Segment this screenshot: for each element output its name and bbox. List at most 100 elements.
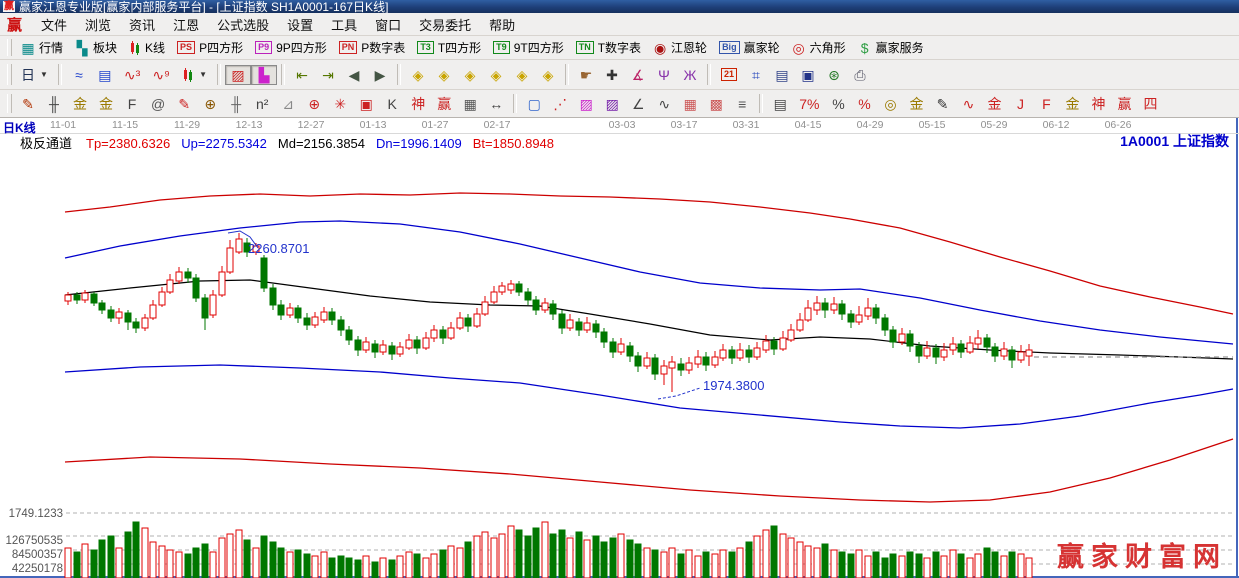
nav-zoom-out[interactable]: ◈ bbox=[457, 65, 483, 85]
nav-first-page[interactable]: ⇤ bbox=[289, 65, 315, 85]
tool-p-number-table[interactable]: PN P数字表 bbox=[333, 36, 412, 59]
draw-gold-red[interactable]: 金 bbox=[981, 94, 1007, 114]
menu-tools[interactable]: 工具 bbox=[322, 16, 366, 35]
draw-fan-lines[interactable]: ⋰ bbox=[547, 94, 573, 114]
nav-next-page[interactable]: ▶ bbox=[367, 65, 393, 85]
menu-settings[interactable]: 设置 bbox=[278, 16, 322, 35]
gold-grid-1-icon: 金 bbox=[73, 95, 87, 112]
draw-percent-7[interactable]: 7% bbox=[793, 94, 825, 114]
nav-wave-9[interactable]: ∿⁹ bbox=[146, 65, 176, 85]
draw-f-grid[interactable]: F bbox=[119, 94, 145, 114]
nav-separator bbox=[706, 64, 711, 85]
nav-zoom-fit[interactable]: ◈ bbox=[535, 65, 561, 85]
tool-hexagon[interactable]: ◎ 六角形 bbox=[786, 36, 852, 59]
nav-candle-style[interactable]: ▼ bbox=[176, 65, 213, 85]
nav-print[interactable]: ⎙ bbox=[847, 65, 873, 85]
draw-pen[interactable]: ✎ bbox=[15, 94, 41, 114]
draw-f-angle[interactable]: F bbox=[1033, 94, 1059, 114]
menu-window[interactable]: 窗口 bbox=[366, 16, 410, 35]
nav-notes[interactable]: ▤ bbox=[769, 65, 795, 85]
draw-gold-angle[interactable]: 金 bbox=[1059, 94, 1085, 114]
draw-red-grid-1[interactable]: ▦ bbox=[677, 94, 703, 114]
nav-export[interactable]: ⊛ bbox=[821, 65, 847, 85]
tool-gann-wheel[interactable]: ◉ 江恩轮 bbox=[647, 36, 713, 59]
draw-si-angle[interactable]: 四 bbox=[1137, 94, 1163, 114]
menu-formula-stock-pick[interactable]: 公式选股 bbox=[208, 16, 278, 35]
tool-quotes[interactable]: ▦ 行情 bbox=[15, 36, 69, 59]
nav-prev-page[interactable]: ◀ bbox=[341, 65, 367, 85]
draw-web-star[interactable]: ✳ bbox=[327, 94, 353, 114]
tool-t-number-table[interactable]: TN T数字表 bbox=[570, 36, 647, 59]
draw-gold-grid-1[interactable]: 金 bbox=[67, 94, 93, 114]
draw-red-pen[interactable]: ✎ bbox=[171, 94, 197, 114]
nav-crosshair[interactable]: ✚ bbox=[599, 65, 625, 85]
draw-zigzag[interactable]: ∿ bbox=[651, 94, 677, 114]
tool-t-square[interactable]: T3 T四方形 bbox=[411, 36, 487, 59]
menu-news[interactable]: 资讯 bbox=[120, 16, 164, 35]
nav-quote-list[interactable]: ▤ bbox=[92, 65, 118, 85]
tool-kline[interactable]: K线 bbox=[123, 36, 171, 59]
draw-time-gauge[interactable]: ⊕ bbox=[197, 94, 223, 114]
draw-j-angle[interactable]: J bbox=[1007, 94, 1033, 114]
nav-wave-3[interactable]: ∿³ bbox=[118, 65, 146, 85]
draw-percent[interactable]: % bbox=[825, 94, 851, 114]
nav-gann-shape-1[interactable]: Ψ bbox=[651, 65, 677, 85]
draw-shen-grid[interactable]: 神 bbox=[405, 94, 431, 114]
draw-gold-circle[interactable]: ◎ bbox=[877, 94, 903, 114]
draw-ruler-grid[interactable]: ╫ bbox=[223, 94, 249, 114]
tool-winner-wheel[interactable]: Big 赢家轮 bbox=[713, 36, 786, 59]
draw-k-mark[interactable]: Κ bbox=[379, 94, 405, 114]
draw-slant-lines[interactable]: ≡ bbox=[729, 94, 755, 114]
menu-file[interactable]: 文件 bbox=[32, 16, 76, 35]
draw-price-scale[interactable]: ▤ bbox=[767, 94, 793, 114]
nav-zoom-in-h[interactable]: ◈ bbox=[431, 65, 457, 85]
draw-spiral[interactable]: @ bbox=[145, 94, 171, 114]
tool-9t-square[interactable]: T9 9T四方形 bbox=[487, 36, 570, 59]
draw-ying-grid[interactable]: 赢 bbox=[431, 94, 457, 114]
tool-sectors[interactable]: ▚ 板块 bbox=[69, 36, 123, 59]
nav-volume-profile[interactable]: ▙ bbox=[250, 64, 277, 85]
menu-browse[interactable]: 浏览 bbox=[76, 16, 120, 35]
nav-pattern-tool[interactable]: ▨ bbox=[224, 64, 251, 85]
draw-gold-line[interactable]: 金 bbox=[903, 94, 929, 114]
nav-calendar[interactable]: 21 bbox=[715, 65, 743, 84]
menu-help[interactable]: 帮助 bbox=[480, 16, 524, 35]
draw-dense-grid[interactable]: ▦ bbox=[457, 94, 483, 114]
draw-h-expand[interactable]: ↔ bbox=[483, 94, 509, 114]
nav-channel-tool[interactable]: ≈ bbox=[66, 65, 92, 85]
nav-zoom-out-h[interactable]: ◈ bbox=[405, 65, 431, 85]
nav-window-layout[interactable]: 日 ▼ bbox=[15, 65, 54, 85]
tool-9p-square[interactable]: P9 9P四方形 bbox=[249, 36, 333, 59]
draw-gold-grid-2[interactable]: 金 bbox=[93, 94, 119, 114]
draw-box-x-magenta[interactable]: ▨ bbox=[573, 94, 599, 114]
menu-gann[interactable]: 江恩 bbox=[164, 16, 208, 35]
draw-percent-line[interactable]: % bbox=[851, 94, 877, 114]
draw-red-wave[interactable]: ∿ bbox=[955, 94, 981, 114]
draw-box-x-purple[interactable]: ▨ bbox=[599, 94, 625, 114]
draw-flag-angle[interactable]: ⊿ bbox=[275, 94, 301, 114]
draw-n-squared[interactable]: n² bbox=[249, 94, 275, 114]
nav-last-page[interactable]: ⇥ bbox=[315, 65, 341, 85]
draw-red-grid-2[interactable]: ▩ bbox=[703, 94, 729, 114]
draw-web-square[interactable]: ▣ bbox=[353, 94, 379, 114]
volume-bar bbox=[490, 537, 498, 578]
nav-pan-hand[interactable]: ☛ bbox=[573, 65, 599, 85]
draw-ying-angle[interactable]: 赢 bbox=[1111, 94, 1137, 114]
nav-zoom-in[interactable]: ◈ bbox=[483, 65, 509, 85]
nav-zoom-vertical[interactable]: ◈ bbox=[509, 65, 535, 85]
chart-panel[interactable]: 11-01 11-15 11-29 12-13 12-27 01-13 01-27 02-17… bbox=[0, 118, 1239, 578]
draw-blue-box[interactable]: ▢ bbox=[521, 94, 547, 114]
draw-angle-lines[interactable]: ∠ bbox=[625, 94, 651, 114]
nav-gann-shape-2[interactable]: Ж bbox=[677, 65, 703, 85]
menu-trade-order[interactable]: 交易委托 bbox=[410, 16, 480, 35]
draw-grid-small[interactable]: ╫ bbox=[41, 94, 67, 114]
nav-calculator[interactable]: ⌗ bbox=[743, 65, 769, 85]
tool-p-square[interactable]: PS P四方形 bbox=[171, 36, 249, 59]
nav-save[interactable]: ▣ bbox=[795, 65, 821, 85]
tool-winner-service[interactable]: $ 赢家服务 bbox=[852, 36, 930, 59]
draw-pen-flag[interactable]: ✎ bbox=[929, 94, 955, 114]
draw-circle-target[interactable]: ⊕ bbox=[301, 94, 327, 114]
nav-angle-measure[interactable]: ∡ bbox=[625, 65, 651, 85]
kline-chart-canvas[interactable]: 11-01 11-15 11-29 12-13 12-27 01-13 01-27 02-17… bbox=[0, 118, 1239, 578]
draw-shen-angle[interactable]: 神 bbox=[1085, 94, 1111, 114]
